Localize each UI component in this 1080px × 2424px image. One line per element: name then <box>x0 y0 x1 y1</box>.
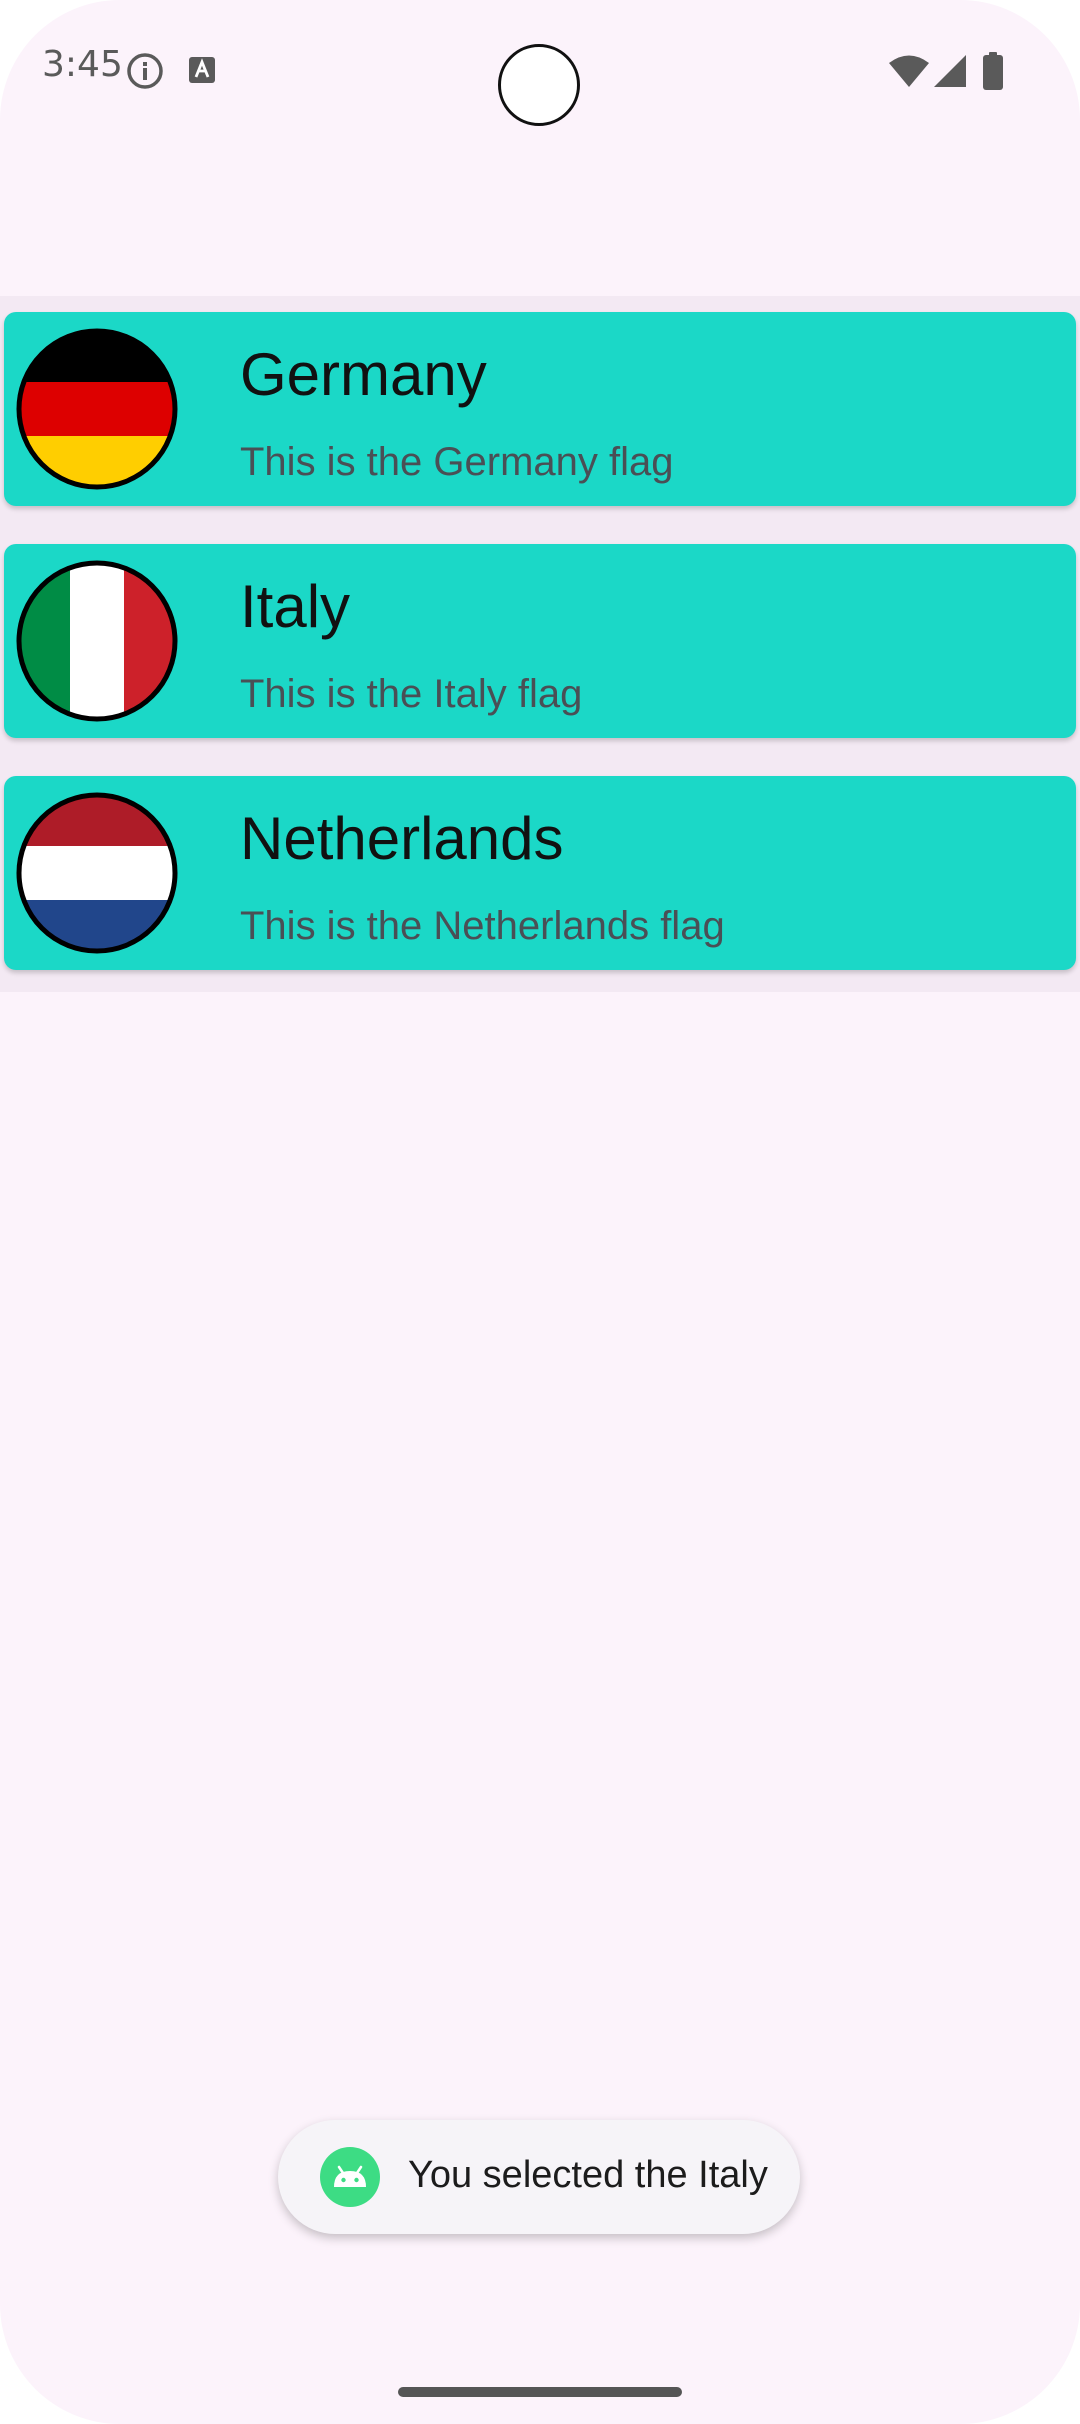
country-name: Netherlands <box>240 805 564 872</box>
list-item: Italy This is the Italy flag <box>0 528 1080 760</box>
camera-cutout <box>498 44 580 126</box>
list-item: Germany This is the Germany flag <box>0 296 1080 528</box>
country-card-germany[interactable]: Germany This is the Germany flag <box>4 312 1076 506</box>
country-card-italy[interactable]: Italy This is the Italy flag <box>4 544 1076 738</box>
country-name: Germany <box>240 341 487 408</box>
home-indicator[interactable] <box>398 2387 682 2397</box>
signal-icon <box>934 55 966 87</box>
country-card-netherlands[interactable]: Netherlands This is the Netherlands flag <box>4 776 1076 970</box>
app-screen: 3:45 Germany This is the Germany flag It… <box>0 0 1080 2424</box>
battery-icon <box>983 52 1003 90</box>
status-time: 3:45 <box>42 44 123 85</box>
toast-message: You selected the Italy <box>278 2120 800 2234</box>
country-subtitle: This is the Germany flag <box>240 440 674 484</box>
country-list: Germany This is the Germany flag Italy T… <box>0 296 1080 992</box>
android-icon <box>320 2147 380 2207</box>
country-subtitle: This is the Italy flag <box>240 672 583 716</box>
wifi-icon <box>889 55 929 87</box>
text-badge-icon <box>189 57 215 83</box>
country-name: Italy <box>240 573 351 640</box>
germany-flag-icon <box>16 328 178 490</box>
info-icon <box>127 53 163 89</box>
netherlands-flag-icon <box>16 792 178 954</box>
list-item: Netherlands This is the Netherlands flag <box>0 760 1080 992</box>
italy-flag-icon <box>16 560 178 722</box>
toast-text: You selected the Italy <box>408 2154 768 2196</box>
country-subtitle: This is the Netherlands flag <box>240 904 725 948</box>
